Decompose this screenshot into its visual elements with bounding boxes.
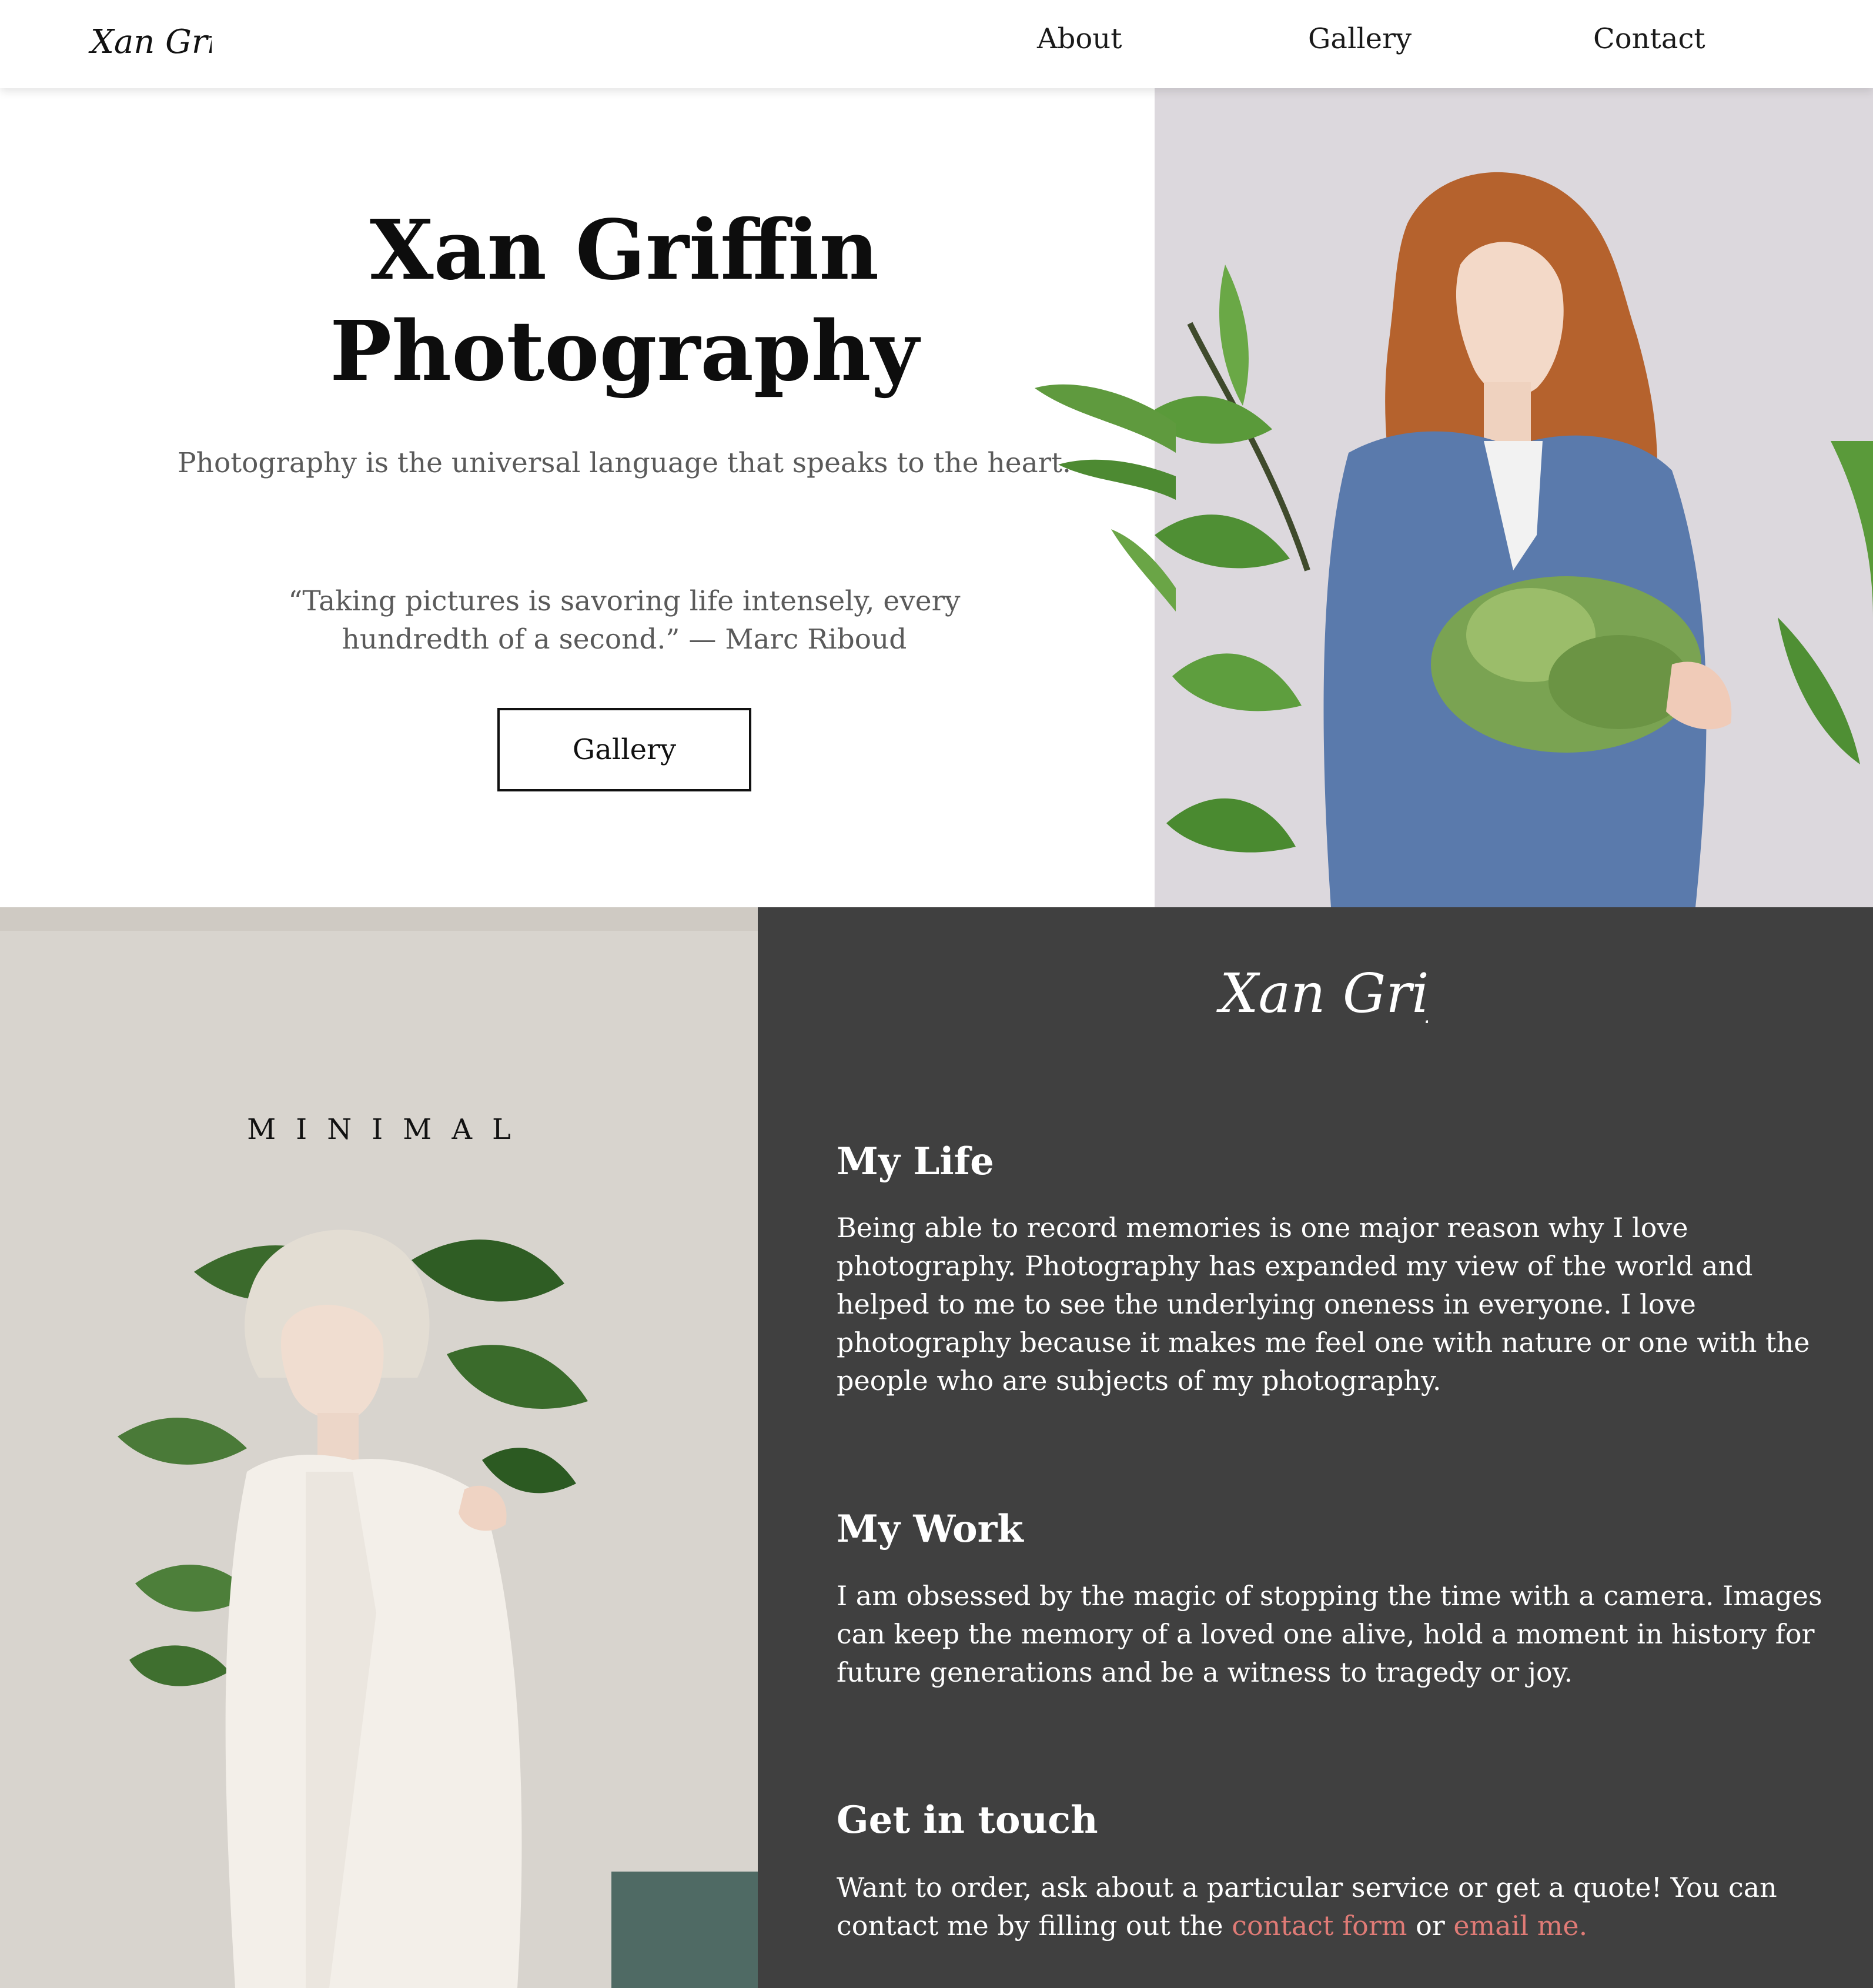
hero-quote: “Taking pictures is savoring life intens… (288, 585, 961, 656)
nav-link-contact[interactable]: Contact (1593, 22, 1705, 55)
gallery-button[interactable]: Gallery (497, 708, 751, 791)
get-in-touch-or: or (1416, 1910, 1445, 1942)
brand-logo-text: Xan Griffin (88, 23, 212, 61)
minimal-label: MINIMAL (247, 1113, 531, 1146)
about-brand-logo: Xan Griffin (1216, 962, 1428, 1025)
hero-title-line2: Photography (330, 303, 919, 400)
my-work-heading: My Work (837, 1507, 1024, 1551)
minimal-feature-photo: MINIMAL (0, 907, 758, 1988)
hero-section: Xan Griffin Photography Photography is t… (0, 88, 1155, 907)
top-navigation: Xan Griffin About Gallery Contact (0, 0, 1873, 88)
about-section: Xan Griffin My Life Being able to record… (758, 907, 1873, 1988)
email-me-link[interactable]: email me. (1453, 1910, 1587, 1942)
contact-form-link[interactable]: contact form (1232, 1910, 1407, 1942)
my-life-heading: My Life (837, 1140, 994, 1184)
brand-logo[interactable]: Xan Griffin (88, 16, 212, 69)
nav-link-gallery[interactable]: Gallery (1308, 22, 1412, 55)
hero-portrait-photo (1155, 88, 1873, 907)
leaves-decoration (1035, 384, 1176, 612)
get-in-touch-text: Want to order, ask about a particular se… (837, 1869, 1824, 1945)
get-in-touch-heading: Get in touch (837, 1798, 1098, 1842)
portrait-illustration (1155, 88, 1873, 907)
minimal-photo-illustration (0, 907, 758, 1988)
my-life-text: Being able to record memories is one maj… (837, 1212, 1810, 1396)
about-brand-logo-text: Xan Griffin (1216, 962, 1428, 1025)
nav-link-about[interactable]: About (1037, 22, 1122, 55)
my-work-text: I am obsessed by the magic of stopping t… (837, 1580, 1822, 1688)
hero-title-line1: Xan Griffin (369, 202, 879, 299)
